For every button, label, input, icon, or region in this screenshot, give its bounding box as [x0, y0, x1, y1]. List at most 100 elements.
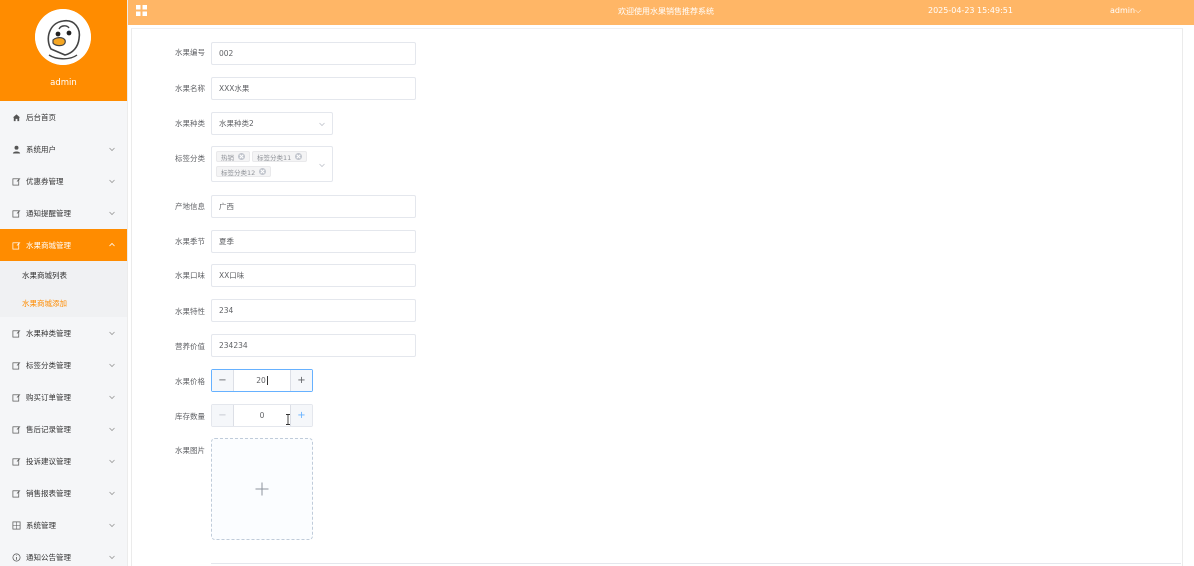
price-value: 20	[256, 375, 266, 385]
chevron-down-icon	[109, 491, 115, 496]
current-datetime: 2025-04-23 15:49:51	[928, 6, 1013, 15]
close-icon[interactable]	[238, 153, 245, 160]
grid-icon	[12, 521, 21, 530]
menu-item-after-sales[interactable]: 售后记录管理	[0, 413, 127, 445]
menu-item-fruit-category[interactable]: 水果种类管理	[0, 317, 127, 349]
tag-chip: 热销	[216, 151, 250, 162]
season-input[interactable]: 夏季	[211, 230, 416, 253]
menu-item-label: 水果商城管理	[26, 240, 71, 250]
tag-chip: 标签分类12	[216, 166, 272, 177]
menu-item-label: 系统用户	[26, 144, 56, 154]
chevron-down-icon	[109, 363, 115, 368]
stock-decrease-button[interactable]: −	[212, 405, 234, 426]
origin-label: 产地信息	[175, 202, 205, 211]
feature-input[interactable]: 234	[211, 299, 416, 322]
text-cursor-icon	[286, 414, 290, 425]
stock-increase-button[interactable]: +	[290, 405, 312, 426]
menu-item-label: 销售报表管理	[26, 488, 71, 498]
price-label: 水果价格	[175, 377, 205, 386]
category-label: 水果种类	[175, 119, 205, 128]
chevron-down-icon	[109, 211, 115, 216]
code-label: 水果编号	[175, 48, 205, 57]
feature-label: 水果特性	[175, 307, 205, 316]
menu-item-label: 售后记录管理	[26, 424, 71, 434]
price-decrease-button[interactable]: −	[212, 370, 234, 391]
menu-item-announcements[interactable]: 通知公告管理	[0, 541, 127, 566]
origin-input[interactable]: 广西	[211, 195, 416, 218]
price-stepper[interactable]: − 20 +	[211, 369, 313, 392]
code-input[interactable]: 002	[211, 42, 416, 65]
menu-item-complaints[interactable]: 投诉建议管理	[0, 445, 127, 477]
menu-item-home[interactable]: 后台首页	[0, 101, 127, 133]
user-name: admin	[1110, 6, 1136, 15]
edit-icon	[12, 393, 21, 402]
name-input[interactable]: XXX水果	[211, 77, 416, 100]
stock-value[interactable]: 0	[234, 411, 290, 420]
menu-item-coupons[interactable]: 优惠券管理	[0, 165, 127, 197]
edit-icon	[12, 241, 21, 250]
info-icon	[12, 553, 21, 562]
duck-avatar-icon	[35, 9, 91, 65]
sidebar: admin 后台首页 系统用户 优惠券管理 通知提醒管理 水果商城管理 水果商城…	[0, 0, 128, 566]
tags-multiselect[interactable]: 热销 标签分类11 标签分类12	[211, 146, 333, 182]
flavor-input[interactable]: XX口味	[211, 264, 416, 287]
menu-item-orders[interactable]: 购买订单管理	[0, 381, 127, 413]
season-label: 水果季节	[175, 237, 205, 246]
system-title: 欢迎使用水果销售推荐系统	[618, 7, 714, 16]
menu-item-label: 通知提醒管理	[26, 208, 71, 218]
home-icon	[12, 113, 21, 122]
flavor-value: XX口味	[219, 271, 245, 280]
price-increase-button[interactable]: +	[290, 370, 312, 391]
submenu-item-fruit-add[interactable]: 水果商城添加	[0, 289, 127, 317]
plus-icon	[255, 482, 269, 496]
chevron-down-icon	[109, 395, 115, 400]
flavor-label: 水果口味	[175, 271, 205, 280]
edit-icon	[12, 425, 21, 434]
name-value: XXX水果	[219, 84, 250, 93]
image-label: 水果图片	[175, 446, 205, 455]
season-value: 夏季	[219, 237, 234, 246]
chevron-down-icon	[109, 459, 115, 464]
avatar[interactable]	[35, 9, 91, 65]
edit-icon	[12, 361, 21, 370]
menu-item-label: 购买订单管理	[26, 392, 71, 402]
menu-item-system-users[interactable]: 系统用户	[0, 133, 127, 165]
menu-item-sales-report[interactable]: 销售报表管理	[0, 477, 127, 509]
menu-item-fruit-mall[interactable]: 水果商城管理	[0, 229, 127, 261]
menu-item-label: 后台首页	[26, 112, 56, 122]
edit-icon	[12, 209, 21, 218]
tag-chip: 标签分类11	[252, 151, 308, 162]
chevron-up-icon	[109, 242, 115, 247]
close-icon[interactable]	[295, 153, 303, 160]
edit-icon	[12, 177, 21, 186]
category-select[interactable]: 水果种类2	[211, 112, 333, 135]
feature-value: 234	[219, 306, 234, 315]
menu-item-tag-category[interactable]: 标签分类管理	[0, 349, 127, 381]
submenu-item-fruit-list[interactable]: 水果商城列表	[0, 261, 127, 289]
tag-label: 热销	[221, 153, 234, 162]
nutrition-input[interactable]: 234234	[211, 334, 416, 357]
chevron-down-icon	[109, 147, 115, 152]
close-icon[interactable]	[259, 168, 267, 175]
stock-label: 库存数量	[175, 412, 205, 421]
chevron-down-icon	[109, 331, 115, 336]
user-icon	[12, 145, 21, 154]
user-dropdown[interactable]: admin⌵	[1110, 6, 1141, 16]
menu-item-system-management[interactable]: 系统管理	[0, 509, 127, 541]
main-content: 水果编号 002 水果名称 XXX水果 水果种类 水果种类2 标签分类 热销 标…	[128, 25, 1194, 566]
menu-item-label: 投诉建议管理	[26, 456, 71, 466]
price-value-wrap[interactable]: 20	[234, 376, 290, 386]
menu-item-notifications[interactable]: 通知提醒管理	[0, 197, 127, 229]
stock-stepper[interactable]: − 0 +	[211, 404, 313, 427]
profile-panel: admin	[0, 0, 127, 101]
chevron-down-icon	[109, 179, 115, 184]
menu-item-label: 水果种类管理	[26, 328, 71, 338]
nutrition-value: 234234	[219, 341, 248, 350]
chevron-down-icon	[319, 163, 325, 168]
image-upload[interactable]	[211, 438, 313, 540]
menu-item-label: 优惠券管理	[26, 176, 64, 186]
edit-icon	[12, 457, 21, 466]
side-menu: 后台首页 系统用户 优惠券管理 通知提醒管理 水果商城管理 水果商城列表 水果商…	[0, 101, 127, 566]
edit-icon	[12, 489, 21, 498]
submenu-fruit-mall: 水果商城列表 水果商城添加	[0, 261, 127, 317]
